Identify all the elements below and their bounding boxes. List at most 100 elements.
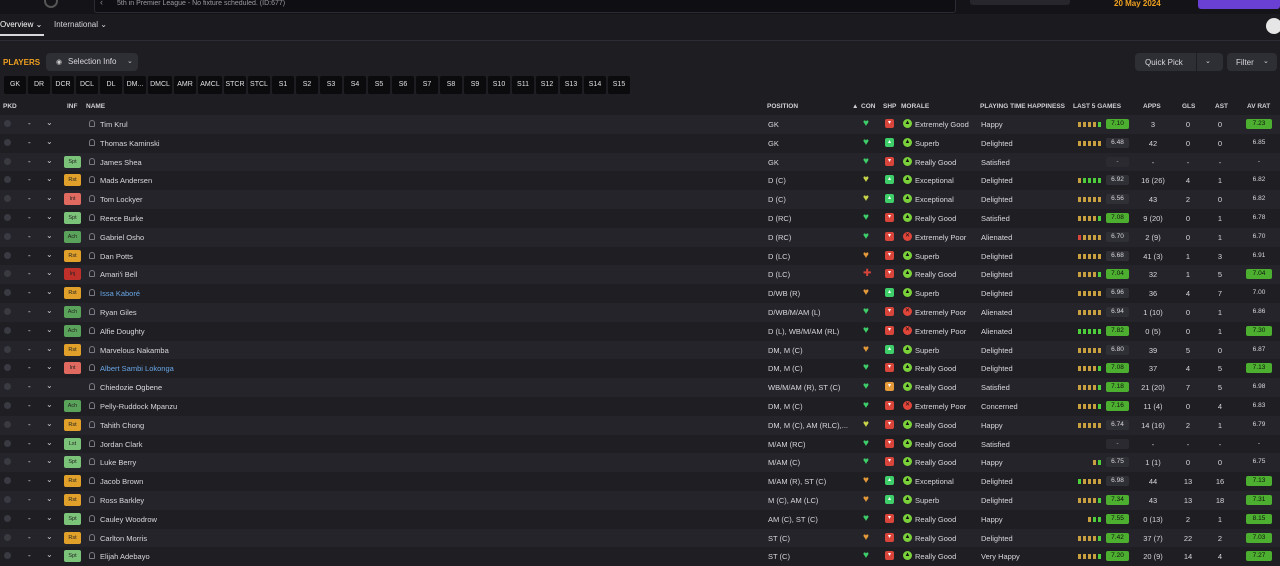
position-chip-dm[interactable]: DM... [124, 76, 146, 94]
chevron-down-icon[interactable]: ⌄ [46, 362, 53, 371]
player-name[interactable]: Gabriel Osho [100, 233, 144, 242]
table-row[interactable]: - ⌄ Rst Tahith Chong DM, M (C), AM (RLC),...… [0, 415, 1280, 435]
pick-checkbox[interactable] [4, 364, 11, 372]
position-chip-amcl[interactable]: AMCL [198, 76, 222, 94]
tab-overview[interactable]: Overview ⌄ [0, 20, 42, 29]
chevron-down-icon[interactable]: ⌄ [46, 438, 53, 447]
position-chip-s3[interactable]: S3 [320, 76, 342, 94]
pick-checkbox[interactable] [4, 195, 11, 203]
table-row[interactable]: - ⌄ Ach Gabriel Osho D (RC) ♥ ▾ ✕ Extremely Poor… [0, 227, 1280, 247]
header-gls[interactable]: GLS [1182, 103, 1195, 110]
pick-checkbox[interactable] [4, 477, 11, 485]
player-name[interactable]: Tom Lockyer [100, 195, 143, 204]
pick-checkbox[interactable] [4, 120, 11, 127]
header-con[interactable]: CON [861, 103, 875, 110]
table-row[interactable]: - ⌄ Rst Issa Kaboré D/WB (R) ♥ ▴ ▲ Superb Delight… [0, 284, 1280, 304]
position-chip-s7[interactable]: S7 [416, 76, 438, 94]
pick-checkbox[interactable] [4, 439, 11, 447]
pick-checkbox[interactable] [4, 345, 11, 353]
chevron-down-icon[interactable]: ⌄ [46, 118, 53, 127]
player-name[interactable]: Cauley Woodrow [100, 515, 157, 524]
pick-checkbox[interactable] [4, 157, 11, 165]
table-row[interactable]: - ⌄ Thomas Kaminski GK ♥ ▴ ▲ Superb Delighted 6.4… [0, 133, 1280, 153]
chevron-down-icon[interactable]: ⌄ [46, 268, 53, 277]
pick-checkbox[interactable] [4, 326, 11, 334]
chevron-down-icon[interactable]: ⌄ [46, 287, 53, 296]
table-row[interactable]: - ⌄ Ach Ryan Giles D/WB/M/AM (L) ♥ ▾ ✕ Extremely… [0, 303, 1280, 322]
pick-checkbox[interactable] [4, 458, 11, 466]
chevron-down-icon[interactable]: ⌄ [46, 475, 53, 484]
chevron-down-icon[interactable]: ⌄ [46, 325, 53, 334]
position-chip-s6[interactable]: S6 [392, 76, 414, 94]
table-row[interactable]: - ⌄ Int Albert Sambi Lokonga DM, M (C) ♥ ▾ ▲ Rea… [0, 359, 1280, 379]
player-name[interactable]: Tim Krul [100, 120, 128, 129]
header-apps[interactable]: APPS [1143, 103, 1161, 110]
player-name[interactable]: Reece Burke [100, 214, 143, 223]
table-row[interactable]: - ⌄ Spt James Shea GK ♥ ▾ ▲ Really Good Satisfied… [0, 152, 1280, 172]
position-chip-s1[interactable]: S1 [272, 76, 294, 94]
chevron-down-icon[interactable]: ⌄ [46, 550, 53, 559]
chevron-down-icon[interactable]: ⌄ [46, 381, 53, 390]
player-name[interactable]: Mads Andersen [100, 176, 152, 185]
pick-checkbox[interactable] [4, 214, 11, 221]
player-name[interactable]: Alfie Doughty [100, 327, 145, 336]
position-chip-gk[interactable]: GK [4, 76, 26, 94]
table-row[interactable]: - ⌄ Spt Luke Berry M/AM (C) ♥ ▾ ▲ Really Good Hap… [0, 453, 1280, 473]
table-row[interactable]: - ⌄ Spt Elijah Adebayo ST (C) ♥ ▾ ▲ Really Good V… [0, 547, 1280, 566]
pick-checkbox[interactable] [4, 533, 11, 541]
table-row[interactable]: - ⌄ Spt Cauley Woodrow AM (C), ST (C) ♥ ▾ ▲ Real… [0, 509, 1280, 529]
position-chip-s4[interactable]: S4 [344, 76, 366, 94]
header-position[interactable]: POSITION [767, 103, 798, 110]
avatar[interactable] [1266, 18, 1280, 34]
chevron-down-icon[interactable]: ⌄ [46, 306, 53, 315]
pick-checkbox[interactable] [4, 402, 11, 409]
tab-international[interactable]: International ⌄ [54, 20, 107, 29]
table-row[interactable]: - ⌄ Rst Dan Potts D (LC) ♥ ▾ ▲ Superb Delighted 6.… [0, 246, 1280, 266]
table-row[interactable]: - ⌄ Spt Reece Burke D (RC) ♥ ▾ ▲ Really Good Sati… [0, 209, 1280, 228]
table-row[interactable]: - ⌄ Rst Mads Andersen D (C) ♥ ▴ ▲ Exceptional Del… [0, 171, 1280, 191]
player-name[interactable]: Ross Barkley [100, 496, 144, 505]
pick-checkbox[interactable] [4, 270, 11, 278]
table-row[interactable]: - ⌄ Tim Krul GK ♥ ▾ ▲ Extremely Good Happy 7.10 3 0… [0, 115, 1280, 134]
position-chip-s9[interactable]: S9 [464, 76, 486, 94]
position-chip-s15[interactable]: S15 [608, 76, 630, 94]
table-row[interactable]: - ⌄ Chiedozie Ogbene WB/M/AM (R), ST (C) ♥ ▾ ▲… [0, 378, 1280, 398]
chevron-down-icon[interactable]: ⌄ [46, 344, 53, 353]
header-avrat[interactable]: AV RAT [1247, 103, 1270, 110]
chevron-down-icon[interactable]: ⌄ [1205, 57, 1211, 65]
position-chip-stcl[interactable]: STCL [248, 76, 270, 94]
chevron-down-icon[interactable]: ⌄ [46, 250, 53, 259]
chevron-down-icon[interactable]: ⌄ [46, 174, 53, 183]
player-name[interactable]: Luke Berry [100, 458, 136, 467]
chevron-down-icon[interactable]: ⌄ [46, 156, 53, 165]
table-row[interactable]: - ⌄ Lst Jordan Clark M/AM (RC) ♥ ▾ ▲ Really Good… [0, 434, 1280, 454]
position-chip-dcl[interactable]: DCL [76, 76, 98, 94]
pick-checkbox[interactable] [4, 232, 11, 240]
header-inf[interactable]: INF [67, 103, 77, 110]
position-chip-dmcl[interactable]: DMCL [148, 76, 172, 94]
header-shp[interactable]: SHP [883, 103, 896, 110]
player-name[interactable]: Jordan Clark [100, 440, 143, 449]
chevron-down-icon[interactable]: ⌄ [46, 419, 53, 428]
position-chip-s12[interactable]: S12 [536, 76, 558, 94]
chevron-down-icon[interactable]: ⌄ [46, 400, 53, 409]
table-row[interactable]: - ⌄ Int Tom Lockyer D (C) ♥ ▴ ▲ Exceptional Delig… [0, 190, 1280, 210]
player-name[interactable]: Thomas Kaminski [100, 139, 160, 148]
table-row[interactable]: - ⌄ Rst Jacob Brown M/AM (R), ST (C) ♥ ▴ ▲ Excep… [0, 472, 1280, 492]
chevron-down-icon[interactable]: ⌄ [46, 212, 53, 221]
position-chip-s14[interactable]: S14 [584, 76, 606, 94]
player-name[interactable]: Pelly-Ruddock Mpanzu [100, 402, 177, 411]
header-pkd[interactable]: PKD [3, 103, 17, 110]
chevron-down-icon[interactable]: ⌄ [46, 456, 53, 465]
pick-checkbox[interactable] [4, 552, 11, 560]
pick-checkbox[interactable] [4, 383, 11, 391]
continue-button[interactable] [1198, 0, 1280, 9]
chevron-down-icon[interactable]: ⌄ [46, 193, 53, 202]
pick-checkbox[interactable] [4, 496, 11, 503]
table-row[interactable]: - ⌄ Inj Amari'i Bell D (LC) ✚ ▾ ▲ Really Good Del… [0, 265, 1280, 285]
table-row[interactable]: - ⌄ Ach Alfie Doughty D (L), WB/M/AM (RL) ♥ ▾ ✕… [0, 321, 1280, 341]
player-name[interactable]: James Shea [100, 158, 142, 167]
position-chip-s5[interactable]: S5 [368, 76, 390, 94]
position-chip-s13[interactable]: S13 [560, 76, 582, 94]
position-chip-s2[interactable]: S2 [296, 76, 318, 94]
